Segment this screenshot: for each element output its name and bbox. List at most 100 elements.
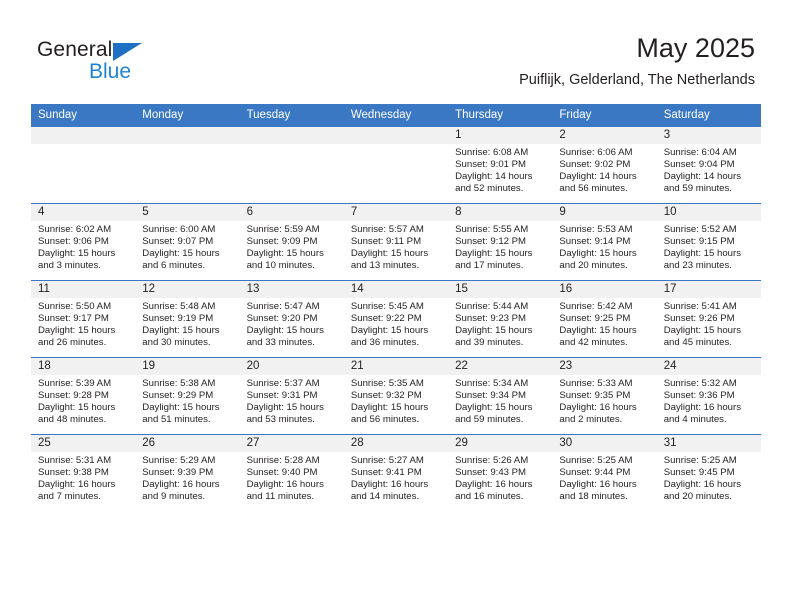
day-details: Sunrise: 5:32 AM Sunset: 9:36 PM Daylight:… bbox=[657, 375, 761, 426]
day-cell[interactable]: 11 Sunrise: 5:50 AM Sunset: 9:17 PM Dayligh… bbox=[31, 280, 136, 358]
daylight-text-line2: and 59 minutes. bbox=[663, 182, 732, 194]
day-cell[interactable]: 16 Sunrise: 5:42 AM Sunset: 9:25 PM Dayligh… bbox=[552, 280, 657, 358]
day-cell[interactable]: 14 Sunrise: 5:45 AM Sunset: 9:22 PM Dayligh… bbox=[343, 280, 449, 358]
daylight-text-line2: and 36 minutes. bbox=[350, 336, 420, 348]
day-cell[interactable]: 24 Sunrise: 5:32 AM Sunset: 9:36 PM Dayligh… bbox=[656, 357, 761, 435]
day-cell[interactable]: 26 Sunrise: 5:29 AM Sunset: 9:39 PM Dayligh… bbox=[135, 434, 240, 511]
day-cell[interactable]: 17 Sunrise: 5:41 AM Sunset: 9:26 PM Dayligh… bbox=[656, 280, 761, 358]
sunrise-text: Sunrise: 5:25 AM bbox=[559, 455, 633, 466]
sunrise-text: Sunrise: 5:55 AM bbox=[455, 224, 529, 235]
daylight-text-line2: and 9 minutes. bbox=[142, 490, 206, 502]
day-details: Sunrise: 5:50 AM Sunset: 9:17 PM Daylight:… bbox=[31, 298, 135, 349]
day-number: 6 bbox=[239, 204, 344, 221]
daylight-text-line2: and 51 minutes. bbox=[142, 413, 211, 425]
day-cell[interactable]: 8 Sunrise: 5:55 AM Sunset: 9:12 PM Daylight… bbox=[448, 203, 553, 281]
day-details: Sunrise: 5:48 AM Sunset: 9:19 PM Daylight:… bbox=[135, 298, 239, 349]
sunset-text: Sunset: 9:07 PM bbox=[142, 235, 214, 247]
weekday-header-monday: Monday bbox=[135, 104, 240, 127]
day-details bbox=[135, 144, 239, 147]
day-cell[interactable]: 1 Sunrise: 6:08 AM Sunset: 9:01 PM Daylight… bbox=[448, 126, 553, 204]
sunset-text: Sunset: 9:31 PM bbox=[246, 389, 318, 401]
day-cell[interactable] bbox=[31, 126, 136, 204]
day-cell[interactable]: 19 Sunrise: 5:38 AM Sunset: 9:29 PM Dayligh… bbox=[135, 357, 240, 435]
day-details: Sunrise: 5:39 AM Sunset: 9:28 PM Daylight:… bbox=[31, 375, 135, 426]
day-cell[interactable]: 31 Sunrise: 5:25 AM Sunset: 9:45 PM Dayligh… bbox=[656, 434, 761, 511]
daylight-text-line1: Daylight: 15 hours bbox=[246, 247, 324, 259]
day-cell[interactable]: 15 Sunrise: 5:44 AM Sunset: 9:23 PM Dayligh… bbox=[448, 280, 553, 358]
sunrise-text: Sunrise: 5:57 AM bbox=[350, 224, 424, 235]
day-cell[interactable]: 7 Sunrise: 5:57 AM Sunset: 9:11 PM Daylight… bbox=[343, 203, 449, 281]
calendar-table: Sunday Monday Tuesday Wednesday Thursday… bbox=[31, 104, 761, 511]
title-block: May 2025 Puiflijk, Gelderland, The Nethe… bbox=[519, 32, 755, 89]
daylight-text-line2: and 30 minutes. bbox=[142, 336, 211, 348]
weekday-header-thursday: Thursday bbox=[448, 104, 553, 127]
calendar-page: General Blue May 2025 Puiflijk, Gelderla… bbox=[0, 0, 792, 612]
day-cell[interactable]: 4 Sunrise: 6:02 AM Sunset: 9:06 PM Daylight… bbox=[31, 203, 136, 281]
day-cell[interactable]: 23 Sunrise: 5:33 AM Sunset: 9:35 PM Dayligh… bbox=[552, 357, 657, 435]
daylight-text-line1: Daylight: 16 hours bbox=[559, 401, 637, 413]
daylight-text-line1: Daylight: 15 hours bbox=[142, 247, 220, 259]
daylight-text-line1: Daylight: 15 hours bbox=[350, 247, 429, 259]
day-cell[interactable]: 28 Sunrise: 5:27 AM Sunset: 9:41 PM Dayligh… bbox=[343, 434, 449, 511]
day-cell[interactable]: 6 Sunrise: 5:59 AM Sunset: 9:09 PM Daylight… bbox=[239, 203, 344, 281]
sunrise-text: Sunrise: 5:32 AM bbox=[663, 378, 737, 389]
day-cell[interactable]: 29 Sunrise: 5:26 AM Sunset: 9:43 PM Dayligh… bbox=[448, 434, 553, 511]
sunset-text: Sunset: 9:01 PM bbox=[455, 158, 527, 170]
day-cell[interactable]: 9 Sunrise: 5:53 AM Sunset: 9:14 PM Daylight… bbox=[552, 203, 657, 281]
sunrise-text: Sunrise: 5:39 AM bbox=[38, 378, 112, 389]
sunrise-text: Sunrise: 6:06 AM bbox=[559, 147, 633, 158]
weekday-header-wednesday: Wednesday bbox=[343, 104, 449, 127]
day-number: 27 bbox=[239, 435, 344, 452]
daylight-text-line1: Daylight: 15 hours bbox=[246, 401, 324, 413]
general-blue-logo[interactable]: General Blue bbox=[37, 38, 237, 88]
day-cell[interactable]: 13 Sunrise: 5:47 AM Sunset: 9:20 PM Dayligh… bbox=[239, 280, 344, 358]
sunset-text: Sunset: 9:29 PM bbox=[142, 389, 214, 401]
day-cell[interactable]: 25 Sunrise: 5:31 AM Sunset: 9:38 PM Dayligh… bbox=[31, 434, 136, 511]
logo-text-general: General bbox=[37, 38, 113, 61]
day-cell[interactable]: 22 Sunrise: 5:34 AM Sunset: 9:34 PM Dayligh… bbox=[448, 357, 553, 435]
daylight-text-line1: Daylight: 15 hours bbox=[246, 324, 324, 336]
daylight-text-line1: Daylight: 16 hours bbox=[663, 401, 742, 413]
daylight-text-line1: Daylight: 15 hours bbox=[559, 247, 637, 259]
day-cell[interactable] bbox=[135, 126, 240, 204]
sunrise-text: Sunrise: 5:52 AM bbox=[663, 224, 737, 235]
daylight-text-line1: Daylight: 15 hours bbox=[559, 324, 637, 336]
day-cell[interactable]: 2 Sunrise: 6:06 AM Sunset: 9:02 PM Daylight… bbox=[552, 126, 657, 204]
sunrise-text: Sunrise: 5:28 AM bbox=[246, 455, 320, 466]
day-cell[interactable]: 20 Sunrise: 5:37 AM Sunset: 9:31 PM Dayligh… bbox=[239, 357, 344, 435]
day-cell[interactable]: 5 Sunrise: 6:00 AM Sunset: 9:07 PM Daylight… bbox=[135, 203, 240, 281]
day-number: 19 bbox=[135, 358, 240, 375]
day-details: Sunrise: 5:33 AM Sunset: 9:35 PM Daylight:… bbox=[552, 375, 656, 426]
day-details: Sunrise: 5:55 AM Sunset: 9:12 PM Daylight:… bbox=[448, 221, 552, 272]
sunset-text: Sunset: 9:36 PM bbox=[663, 389, 735, 401]
sunrise-text: Sunrise: 5:33 AM bbox=[559, 378, 633, 389]
sunrise-text: Sunrise: 5:38 AM bbox=[142, 378, 216, 389]
sunset-text: Sunset: 9:09 PM bbox=[246, 235, 318, 247]
day-details: Sunrise: 5:34 AM Sunset: 9:34 PM Daylight:… bbox=[448, 375, 552, 426]
page-title: May 2025 bbox=[636, 33, 755, 63]
calendar-week-row: 18 Sunrise: 5:39 AM Sunset: 9:28 PM Dayligh… bbox=[31, 357, 761, 435]
sunset-text: Sunset: 9:45 PM bbox=[663, 466, 735, 478]
day-cell[interactable]: 27 Sunrise: 5:28 AM Sunset: 9:40 PM Dayligh… bbox=[239, 434, 344, 511]
logo-triangle-icon bbox=[113, 43, 142, 61]
day-number: 9 bbox=[552, 204, 657, 221]
weekday-header-friday: Friday bbox=[552, 104, 657, 127]
daylight-text-line1: Daylight: 15 hours bbox=[455, 247, 533, 259]
daylight-text-line1: Daylight: 14 hours bbox=[663, 170, 742, 182]
day-number: 16 bbox=[552, 281, 657, 298]
day-cell[interactable]: 18 Sunrise: 5:39 AM Sunset: 9:28 PM Dayligh… bbox=[31, 357, 136, 435]
day-cell[interactable]: 3 Sunrise: 6:04 AM Sunset: 9:04 PM Daylight… bbox=[656, 126, 761, 204]
daylight-text-line1: Daylight: 16 hours bbox=[350, 478, 429, 490]
day-cell[interactable]: 10 Sunrise: 5:52 AM Sunset: 9:15 PM Dayligh… bbox=[656, 203, 761, 281]
day-cell[interactable] bbox=[239, 126, 344, 204]
sunset-text: Sunset: 9:25 PM bbox=[559, 312, 631, 324]
sunrise-text: Sunrise: 5:26 AM bbox=[455, 455, 529, 466]
day-cell[interactable] bbox=[343, 126, 449, 204]
sunrise-text: Sunrise: 5:48 AM bbox=[142, 301, 216, 312]
day-cell[interactable]: 30 Sunrise: 5:25 AM Sunset: 9:44 PM Dayligh… bbox=[552, 434, 657, 511]
day-cell[interactable]: 21 Sunrise: 5:35 AM Sunset: 9:32 PM Dayligh… bbox=[343, 357, 449, 435]
daylight-text-line2: and 17 minutes. bbox=[455, 259, 524, 271]
daylight-text-line2: and 16 minutes. bbox=[455, 490, 524, 502]
day-number: 11 bbox=[31, 281, 136, 298]
day-cell[interactable]: 12 Sunrise: 5:48 AM Sunset: 9:19 PM Dayligh… bbox=[135, 280, 240, 358]
